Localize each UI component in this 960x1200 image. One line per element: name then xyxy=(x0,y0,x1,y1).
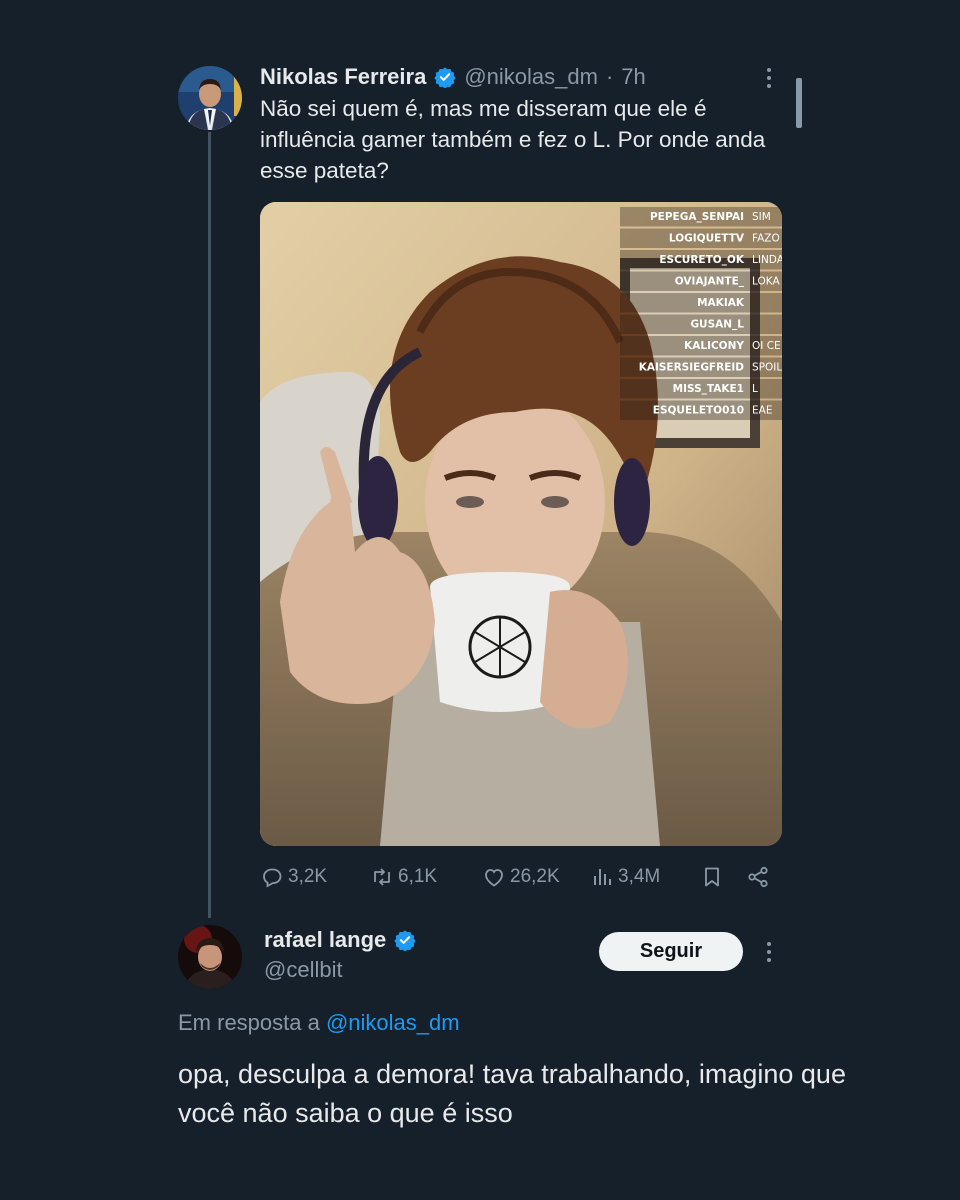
author-name[interactable]: Nikolas Ferreira xyxy=(260,64,426,90)
chat-username: MISS_TAKE1 xyxy=(673,383,744,395)
chat-message: LOKA xyxy=(752,276,780,288)
chat-username: OVIAJANTE_ xyxy=(675,276,745,288)
reply-icon xyxy=(263,868,282,888)
chat-message: EAE xyxy=(752,405,772,417)
timestamp[interactable]: 7h xyxy=(621,64,645,90)
reply-context: Em resposta a @nikolas_dm xyxy=(178,1010,460,1036)
views-count: 3,4M xyxy=(618,866,661,887)
avatar[interactable] xyxy=(178,925,242,989)
like-count: 26,2K xyxy=(510,866,560,887)
share-icon xyxy=(748,866,768,888)
follow-button[interactable]: Seguir xyxy=(599,932,743,971)
views-icon xyxy=(594,869,611,885)
tweet2-header: rafael lange xyxy=(264,927,416,953)
chat-username: MAKIAK xyxy=(697,297,745,309)
like-icon xyxy=(485,869,503,887)
chat-username: GUSAN_L xyxy=(690,319,744,331)
more-icon[interactable] xyxy=(759,938,779,966)
chat-username: PEPEGA_SENPAI xyxy=(650,211,744,223)
chat-message: L xyxy=(752,383,758,395)
reply-button[interactable]: 3,2K xyxy=(260,865,327,889)
chat-username: KALICONY xyxy=(684,340,744,352)
verified-icon xyxy=(434,67,456,88)
avatar[interactable] xyxy=(178,66,242,130)
verified-icon xyxy=(394,930,416,951)
reply-count: 3,2K xyxy=(288,866,328,887)
chat-username: ESQUELETO010 xyxy=(653,405,744,417)
chat-message: FAZO xyxy=(752,233,780,245)
chat-username: ESCURETO_OK xyxy=(659,254,744,266)
share-button[interactable] xyxy=(746,865,770,889)
thread-line xyxy=(208,132,211,918)
tweet-actions: 3,2K 6,1K 26,2K 3,4M xyxy=(260,862,780,892)
views-button[interactable]: 3,4M xyxy=(590,865,660,889)
retweet-button[interactable]: 6,1K xyxy=(370,865,437,889)
tweet2-text: opa, desculpa a demora! tava trabalhando… xyxy=(178,1059,846,1128)
tweet-media-image[interactable]: PEPEGA_SENPAI SIM LOGIQUETTV FAZO ESCURETO_O… xyxy=(260,202,782,846)
author-handle[interactable]: @nikolas_dm xyxy=(464,64,598,90)
bookmark-icon xyxy=(705,867,719,887)
retweet-icon xyxy=(374,868,390,886)
author-name[interactable]: rafael lange xyxy=(264,927,386,953)
chat-username: KAISERSIEGFREID xyxy=(639,362,745,374)
like-button[interactable]: 26,2K xyxy=(482,865,560,889)
reply-handle-link[interactable]: @nikolas_dm xyxy=(326,1010,460,1035)
bookmark-button[interactable] xyxy=(700,865,724,889)
scrollbar[interactable] xyxy=(796,78,802,128)
chat-message: SIM xyxy=(752,211,771,223)
author-handle[interactable]: @cellbit xyxy=(264,957,343,983)
chat-message: SPOIL xyxy=(752,362,782,374)
chat-username: LOGIQUETTV xyxy=(669,233,745,245)
separator: · xyxy=(605,64,614,89)
tweet-header: Nikolas Ferreira @nikolas_dm · 7h xyxy=(260,62,646,92)
tweet-text: Não sei quem é, mas me disseram que ele … xyxy=(260,96,766,183)
reply-prefix: Em resposta a xyxy=(178,1010,320,1035)
retweet-count: 6,1K xyxy=(398,866,438,887)
chat-message: LINDA xyxy=(752,254,782,266)
more-icon[interactable] xyxy=(759,64,779,92)
chat-message: OI CE xyxy=(752,340,781,352)
